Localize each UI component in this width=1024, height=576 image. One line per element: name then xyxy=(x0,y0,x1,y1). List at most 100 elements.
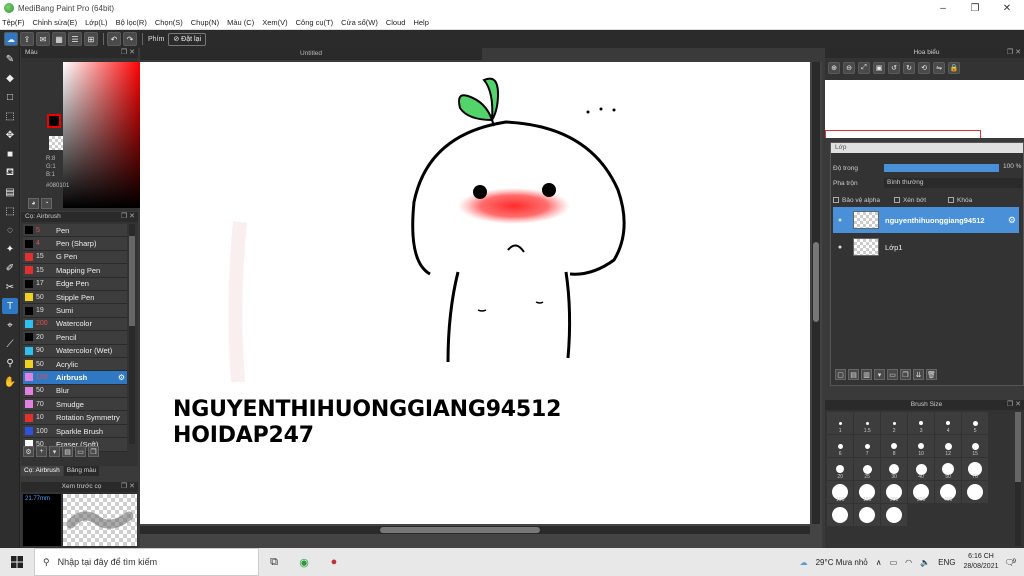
brush-size-cell[interactable]: 10 xyxy=(907,435,935,457)
blend-mode-select[interactable]: Bình thường xyxy=(884,178,1022,188)
browser-taskbar-icon[interactable]: ◉ xyxy=(289,548,319,576)
reset-rotation-icon[interactable]: ⟲ xyxy=(918,62,930,74)
color-wheel-icon[interactable]: ◕ xyxy=(28,198,39,209)
select-eraser-tool-icon[interactable]: ✂ xyxy=(2,279,18,295)
opacity-slider[interactable] xyxy=(884,164,999,172)
rotate-left-icon[interactable]: ↺ xyxy=(888,62,900,74)
brush-item[interactable]: 15 Mapping Pen xyxy=(23,264,127,278)
menu-item[interactable]: Help xyxy=(413,18,428,27)
brush-size-cell[interactable]: 2 xyxy=(880,412,908,434)
brush-props-icon[interactable]: ▤ xyxy=(62,446,73,457)
panel-close-icon[interactable]: ❐ ✕ xyxy=(121,48,135,58)
menu-item[interactable]: Công cụ(T) xyxy=(296,18,334,27)
select-pen-tool-icon[interactable]: ✐ xyxy=(2,260,18,276)
vertical-scrollbar[interactable] xyxy=(812,62,820,524)
brush-item[interactable]: 20 Pencil xyxy=(23,331,127,345)
brush-gear-icon[interactable]: ⚙ xyxy=(118,373,125,382)
brush-size-cell[interactable] xyxy=(827,504,854,526)
cloud-icon[interactable]: ☁ xyxy=(4,32,18,46)
new-layer-icon[interactable]: ▢ xyxy=(835,369,846,380)
brush-size-cell[interactable]: 20 xyxy=(827,458,854,480)
minimize-button[interactable]: – xyxy=(928,0,958,16)
brush-item[interactable]: 70 Smudge xyxy=(23,398,127,412)
menu-item[interactable]: Chọn(S) xyxy=(155,18,183,27)
dot-tool-icon[interactable]: □ xyxy=(2,89,18,105)
actual-size-icon[interactable]: ▣ xyxy=(873,62,885,74)
panel-close-icon[interactable]: ❐ ✕ xyxy=(1007,48,1021,58)
brush-size-cell[interactable] xyxy=(853,504,881,526)
add-brush-icon[interactable]: + xyxy=(36,446,47,457)
divide-tool-icon[interactable]: ⟋ xyxy=(2,336,18,352)
brush-item[interactable]: 90 Watercolor (Wet) xyxy=(23,344,127,358)
brush-size-cell[interactable]: 8 xyxy=(880,435,908,457)
panel-close-icon[interactable]: ❐ ✕ xyxy=(121,212,135,222)
volume-icon[interactable]: 🔈 xyxy=(920,558,930,567)
magic-wand-tool-icon[interactable]: ✦ xyxy=(2,241,18,257)
brush-item[interactable]: 5 Pen xyxy=(23,224,127,238)
transparent-color-swatch[interactable] xyxy=(49,136,63,150)
brush-size-cell[interactable]: 5 xyxy=(961,412,989,434)
menu-item[interactable]: Màu (C) xyxy=(227,18,254,27)
brush-item[interactable]: 50 Blur xyxy=(23,384,127,399)
new-halftone-layer-icon[interactable]: ▤ xyxy=(848,369,859,380)
eyedropper-tool-icon[interactable]: ⚲ xyxy=(2,355,18,371)
fit-icon[interactable]: ⤢ xyxy=(858,62,870,74)
clipping-checkbox[interactable] xyxy=(893,197,900,203)
brush-item[interactable]: 50 Stipple Pen xyxy=(23,290,127,305)
brush-size-cell[interactable]: 100 xyxy=(827,481,854,503)
brush-item[interactable]: 100 Sparkle Brush xyxy=(23,424,127,439)
brush-list-scrollbar[interactable] xyxy=(129,224,135,444)
horizontal-scrollbar[interactable] xyxy=(140,526,810,534)
weather-text[interactable]: 29°C Mưa nhỏ xyxy=(816,558,868,567)
brush-settings-icon[interactable]: ⚙ xyxy=(23,446,34,457)
text-tool-icon[interactable]: T xyxy=(2,298,18,314)
eraser-tool-icon[interactable]: ◆ xyxy=(2,70,18,86)
reset-button[interactable]: ⊘ Đặt lại xyxy=(168,32,206,46)
brush-item[interactable]: 50 Acrylic xyxy=(23,357,127,372)
brush-size-cell[interactable]: 150 xyxy=(853,481,881,503)
chat-icon[interactable]: ✉ xyxy=(36,32,50,46)
brush-item[interactable]: 17 Edge Pen xyxy=(23,277,127,291)
maximize-button[interactable]: ❐ xyxy=(960,0,990,16)
foreground-color-swatch[interactable] xyxy=(47,114,61,128)
menu-item[interactable]: Chỉnh sửa(E) xyxy=(33,18,78,27)
redo-icon[interactable]: ↷ xyxy=(123,32,137,46)
brush-folder-icon[interactable]: ▭ xyxy=(75,446,86,457)
zoom-in-icon[interactable]: ⊕ xyxy=(828,62,840,74)
panel-close-icon[interactable]: ❐ ✕ xyxy=(121,482,135,492)
brush-panel-tab[interactable]: Bảng màu xyxy=(63,466,100,476)
brush-item[interactable]: 100 Airbrush ⚙ xyxy=(23,371,127,385)
brush-size-cell[interactable]: 300 xyxy=(907,481,935,503)
brush-size-cell[interactable] xyxy=(961,481,989,503)
network-icon[interactable]: ◠ xyxy=(905,558,912,567)
bucket-tool-icon[interactable]: ⛾ xyxy=(2,165,18,181)
brush-item[interactable]: 4 Pen (Sharp) xyxy=(23,237,127,251)
saturation-value-picker[interactable] xyxy=(63,62,141,208)
drawing-canvas[interactable]: NGUYENTHIHUONGGIANG94512 HOIDAP247 xyxy=(140,62,810,524)
export-icon[interactable]: ⇪ xyxy=(20,32,34,46)
brush-size-cell[interactable]: 4 xyxy=(934,412,962,434)
brush-size-cell[interactable] xyxy=(880,504,908,526)
menu-item[interactable]: Xem(V) xyxy=(262,18,287,27)
brush-size-cell[interactable]: 12 xyxy=(934,435,962,457)
merge-layer-icon[interactable]: ⇊ xyxy=(913,369,924,380)
marquee-tool-icon[interactable]: ⬚ xyxy=(2,203,18,219)
layer-visibility-icon[interactable]: ● xyxy=(833,217,847,224)
layer-item[interactable]: ● Lớp1 xyxy=(833,234,1019,260)
brush-item[interactable]: 15 G Pen xyxy=(23,250,127,265)
menu-item[interactable]: Cửa sổ(W) xyxy=(341,18,378,27)
panel-icon[interactable]: ☰ xyxy=(68,32,82,46)
brush-copy-icon[interactable]: ❐ xyxy=(88,446,99,457)
flip-icon[interactable]: ⇋ xyxy=(933,62,945,74)
brush-tool-icon[interactable]: ✎ xyxy=(2,51,18,67)
brush-size-cell[interactable]: 6 xyxy=(827,435,854,457)
color-palette-icon[interactable]: ◔ xyxy=(41,198,52,209)
brush-size-cell[interactable]: 25 xyxy=(853,458,881,480)
taskbar-search-input[interactable]: ⚲ Nhập tại đây để tìm kiếm xyxy=(34,548,259,576)
delete-layer-icon[interactable]: 🗑 xyxy=(926,369,937,380)
menu-item[interactable]: Lớp(L) xyxy=(85,18,107,27)
brush-size-cell[interactable]: 70 xyxy=(961,458,989,480)
menu-item[interactable]: Chụp(N) xyxy=(191,18,219,27)
language-indicator[interactable]: ENG xyxy=(938,558,955,567)
lock-checkbox[interactable] xyxy=(948,197,955,203)
